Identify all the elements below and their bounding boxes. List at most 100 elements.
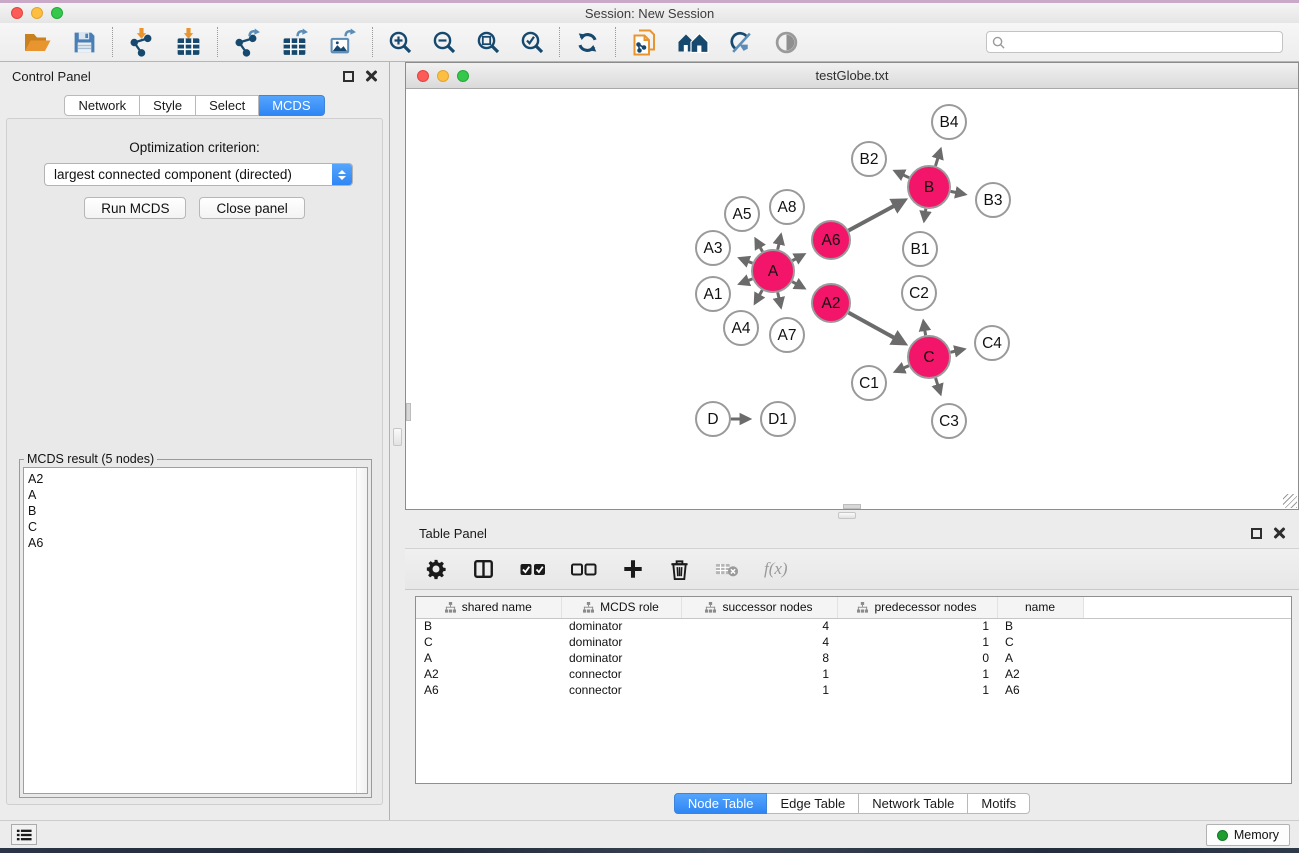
network-canvas[interactable]: B4 B2 B B3 A8 A5 A6 A3 B1 A C2 A1 A2 A4 A7 C4 C C1 C3 D D1 [407, 90, 1297, 508]
graph-node-A8[interactable]: A8 [770, 190, 804, 224]
close-panel-icon[interactable] [365, 70, 377, 82]
table-row[interactable]: Cdominator41C [416, 634, 1291, 650]
graph-node-A2[interactable]: A2 [812, 284, 850, 322]
graph-node-C[interactable]: C [908, 336, 950, 378]
close-panel-button[interactable]: Close panel [199, 197, 304, 219]
graph-edge-A-A1[interactable] [740, 279, 752, 284]
import-table-icon[interactable] [175, 28, 202, 57]
table-row[interactable]: Adominator80A [416, 650, 1291, 666]
export-network-icon[interactable] [233, 28, 261, 57]
graphics-details-icon[interactable] [729, 30, 754, 55]
column-header-MCDS-role[interactable]: MCDS role [561, 597, 681, 618]
graph-edge-C-C3[interactable] [936, 378, 941, 393]
canvas-bottom-grip[interactable] [843, 504, 861, 509]
graph-node-A6[interactable]: A6 [812, 221, 850, 259]
mcds-result-item[interactable]: A2 [28, 471, 367, 487]
mcds-result-item[interactable]: A6 [28, 535, 367, 551]
graph-node-A3[interactable]: A3 [696, 231, 730, 265]
tab-select[interactable]: Select [196, 95, 259, 116]
export-image-icon[interactable] [329, 28, 357, 57]
graph-node-A4[interactable]: A4 [724, 311, 758, 345]
graph-edge-A-A6[interactable] [792, 255, 803, 261]
tab-network-table[interactable]: Network Table [859, 793, 968, 814]
zoom-out-icon[interactable] [432, 30, 456, 54]
search-box[interactable] [986, 31, 1283, 53]
graph-edge-C-C2[interactable] [923, 322, 925, 336]
canvas-left-grip[interactable] [406, 403, 411, 421]
deselect-all-icon[interactable] [571, 562, 597, 577]
graph-edge-B-B2[interactable] [895, 171, 909, 177]
graph-node-A[interactable]: A [752, 250, 794, 292]
graph-edge-C-C4[interactable] [950, 349, 963, 352]
table-row[interactable]: Bdominator41B [416, 618, 1291, 634]
graph-node-B[interactable]: B [908, 166, 950, 208]
graph-edge-A-A8[interactable] [778, 235, 781, 249]
graph-edge-B-B1[interactable] [924, 209, 926, 221]
vertical-splitter-grip[interactable] [393, 428, 402, 446]
graph-edge-A-A3[interactable] [740, 258, 752, 263]
delete-table-icon[interactable] [715, 561, 739, 578]
table-close-panel-icon[interactable] [1273, 527, 1285, 539]
graph-edge-A-A5[interactable] [756, 239, 763, 251]
open-session-icon[interactable] [23, 30, 52, 55]
float-panel-icon[interactable] [343, 71, 354, 82]
tab-node-table[interactable]: Node Table [674, 793, 768, 814]
column-header-shared-name[interactable]: shared name [416, 597, 561, 618]
export-table-icon[interactable] [281, 28, 309, 57]
zoom-fit-icon[interactable] [476, 30, 500, 54]
graph-edge-A-A7[interactable] [778, 292, 781, 306]
tab-motifs[interactable]: Motifs [968, 793, 1030, 814]
add-row-icon[interactable] [622, 558, 644, 580]
run-mcds-button[interactable]: Run MCDS [84, 197, 186, 219]
column-header-name[interactable]: name [997, 597, 1083, 618]
memory-button[interactable]: Memory [1206, 824, 1290, 846]
graph-node-C3[interactable]: C3 [932, 404, 966, 438]
delete-row-icon[interactable] [669, 558, 690, 581]
graph-edge-A2-C[interactable] [849, 313, 905, 344]
table-row[interactable]: A2connector11A2 [416, 666, 1291, 682]
graph-node-C4[interactable]: C4 [975, 326, 1009, 360]
graph-node-A7[interactable]: A7 [770, 318, 804, 352]
function-builder-icon[interactable]: f(x) [764, 559, 788, 579]
graph-node-B3[interactable]: B3 [976, 183, 1010, 217]
graph-node-D1[interactable]: D1 [761, 402, 795, 436]
save-session-icon[interactable] [72, 30, 97, 55]
tab-network[interactable]: Network [64, 95, 140, 116]
mcds-result-item[interactable]: A [28, 487, 367, 503]
graph-node-C1[interactable]: C1 [852, 366, 886, 400]
refresh-icon[interactable] [575, 30, 600, 55]
graph-node-B2[interactable]: B2 [852, 142, 886, 176]
graph-edge-B-B4[interactable] [935, 150, 940, 166]
search-input[interactable] [1009, 35, 1277, 49]
graph-edge-A-A4[interactable] [755, 290, 762, 303]
table-float-panel-icon[interactable] [1251, 528, 1262, 539]
tab-edge-table[interactable]: Edge Table [767, 793, 859, 814]
horizontal-splitter-grip[interactable] [838, 512, 856, 519]
zoom-selected-icon[interactable] [520, 30, 544, 54]
import-network-icon[interactable] [128, 28, 155, 57]
column-header-predecessor-nodes[interactable]: predecessor nodes [837, 597, 997, 618]
graph-node-B1[interactable]: B1 [903, 232, 937, 266]
zoom-in-icon[interactable] [388, 30, 412, 54]
gear-icon[interactable] [425, 558, 447, 580]
graph-edge-A-A2[interactable] [792, 282, 804, 288]
graph-edge-A6-B[interactable] [849, 200, 905, 230]
task-history-button[interactable] [11, 824, 37, 845]
select-all-icon[interactable] [520, 562, 546, 577]
mcds-result-item[interactable]: B [28, 503, 367, 519]
mcds-result-list[interactable]: A2ABCA6 [23, 467, 368, 794]
graph-node-A5[interactable]: A5 [725, 197, 759, 231]
mcds-result-item[interactable]: C [28, 519, 367, 535]
eye-icon[interactable] [774, 30, 799, 55]
homes-icon[interactable] [678, 30, 709, 54]
window-resize-grip-icon[interactable] [1283, 494, 1297, 508]
graph-node-B4[interactable]: B4 [932, 105, 966, 139]
criterion-select[interactable]: largest connected component (directed) [44, 163, 353, 186]
graph-edge-C-C1[interactable] [896, 366, 909, 372]
graph-edge-B-B3[interactable] [951, 191, 965, 194]
graph-node-C2[interactable]: C2 [902, 276, 936, 310]
table-row[interactable]: A6connector11A6 [416, 682, 1291, 698]
graph-node-D[interactable]: D [696, 402, 730, 436]
tab-mcds[interactable]: MCDS [259, 95, 324, 116]
graph-node-A1[interactable]: A1 [696, 277, 730, 311]
